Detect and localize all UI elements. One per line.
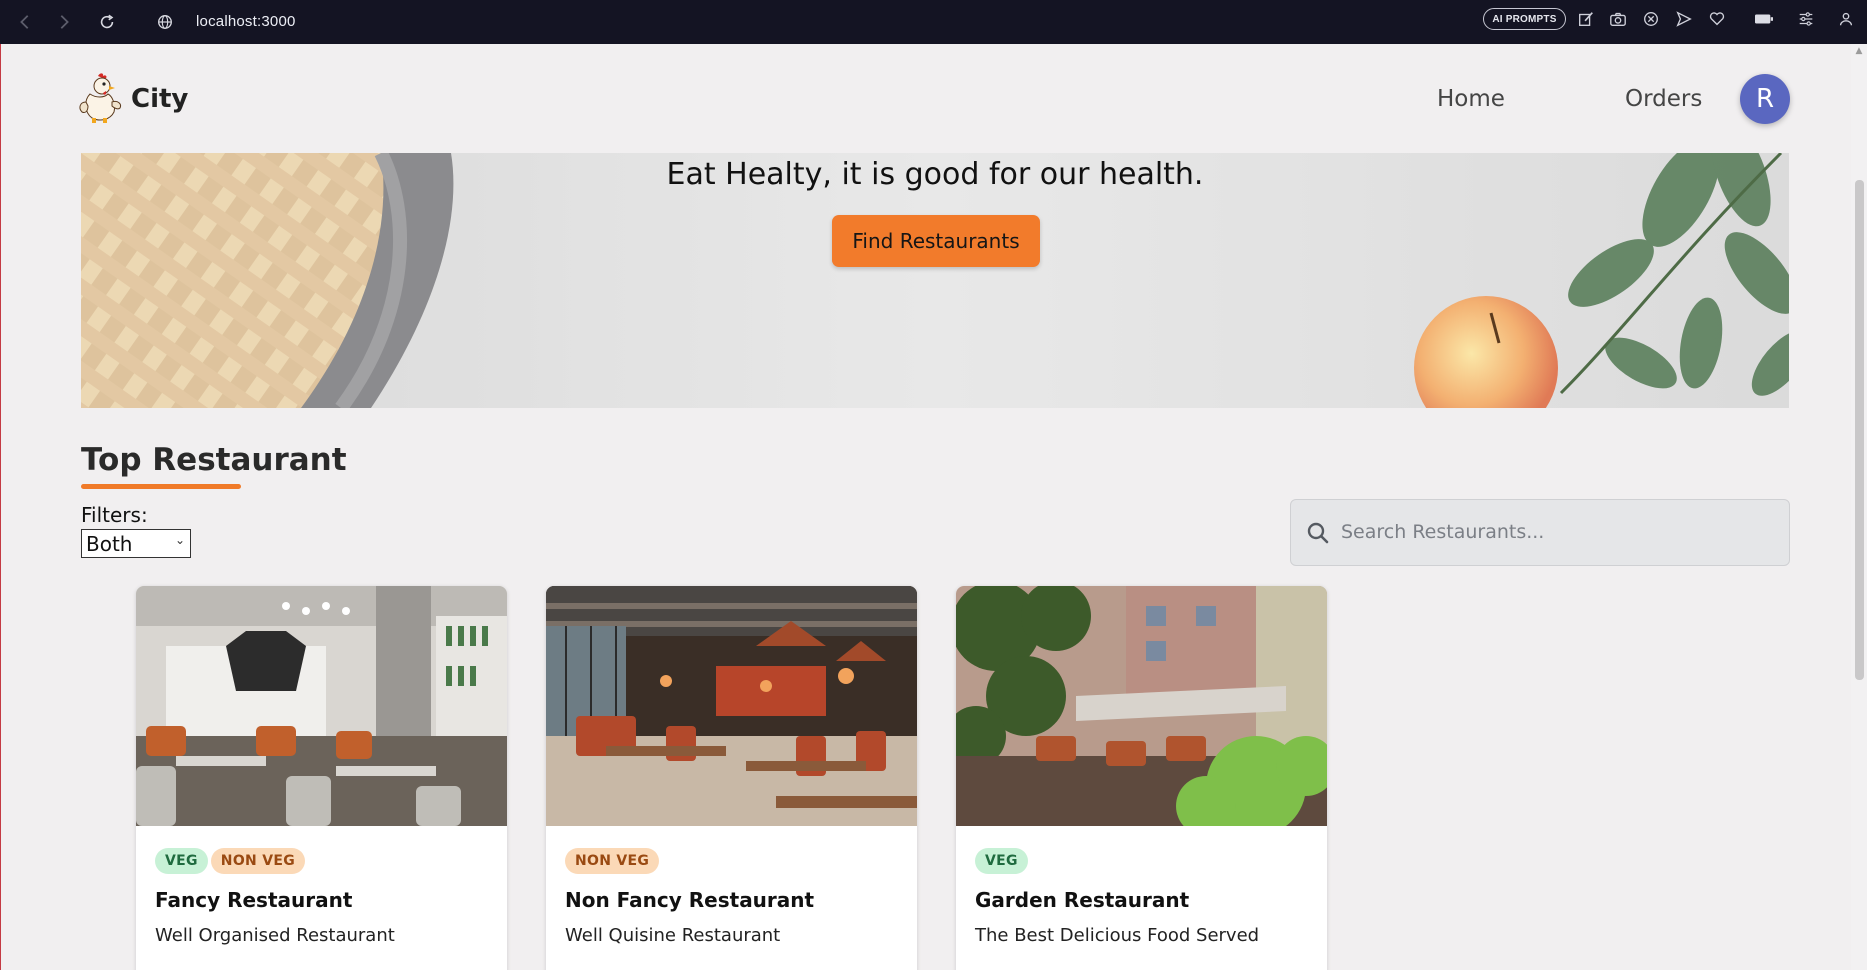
restaurant-name: Fancy Restaurant [155, 888, 353, 912]
non-veg-tag: NON VEG [565, 848, 660, 874]
hero-banner: Eat Healty, it is good for our health. F… [81, 153, 1789, 408]
back-icon[interactable] [14, 11, 36, 33]
search-box[interactable] [1290, 499, 1790, 566]
sliders-icon[interactable] [1796, 9, 1816, 29]
restaurant-photo [546, 586, 917, 826]
scroll-up-icon[interactable]: ▲ [1854, 46, 1864, 56]
tag-list: NON VEG [565, 848, 660, 874]
filter-select-value: Both [86, 531, 133, 556]
restaurant-card[interactable]: NON VEG Non Fancy Restaurant Well Quisin… [546, 586, 917, 970]
hero-title: Eat Healty, it is good for our health. [666, 157, 1204, 192]
veg-tag: VEG [155, 848, 208, 874]
restaurant-card[interactable]: VEG Garden Restaurant The Best Delicious… [956, 586, 1327, 970]
restaurant-photo [136, 586, 507, 826]
nav-orders-link[interactable]: Orders [1625, 83, 1702, 115]
filter-select[interactable]: Both ⌄ [81, 529, 191, 558]
restaurant-description: Well Organised Restaurant [155, 925, 395, 946]
forward-icon[interactable] [53, 11, 75, 33]
nav-home-link[interactable]: Home [1437, 83, 1505, 115]
edit-icon[interactable] [1576, 9, 1596, 29]
reload-icon[interactable] [96, 11, 118, 33]
address-bar[interactable]: localhost:3000 [196, 10, 296, 34]
battery-icon [1752, 9, 1776, 29]
non-veg-tag: NON VEG [210, 848, 305, 874]
close-circle-icon[interactable] [1641, 9, 1661, 29]
site-info-icon[interactable] [154, 11, 176, 33]
send-icon[interactable] [1674, 9, 1694, 29]
browser-toolbar: localhost:3000 AI PROMPTS [0, 0, 1867, 44]
profile-icon[interactable] [1836, 9, 1856, 29]
brand-name[interactable]: City [131, 83, 188, 115]
restaurant-card[interactable]: VEG NON VEG Fancy Restaurant Well Organi… [136, 586, 507, 970]
find-restaurants-button[interactable]: Find Restaurants [832, 215, 1040, 267]
restaurant-description: Well Quisine Restaurant [565, 925, 781, 946]
search-icon [1307, 522, 1329, 544]
chevron-down-icon: ⌄ [174, 533, 185, 547]
veg-tag: VEG [975, 848, 1028, 874]
chicken-logo-icon[interactable] [78, 72, 122, 124]
tag-list: VEG [975, 848, 1028, 874]
filters-label: Filters: [81, 503, 148, 527]
camera-icon[interactable] [1608, 9, 1628, 29]
section-title: Top Restaurant [81, 442, 347, 478]
restaurant-photo [956, 586, 1327, 826]
scrollbar-thumb[interactable] [1855, 180, 1864, 680]
user-avatar[interactable]: R [1740, 74, 1790, 124]
heart-icon[interactable] [1707, 9, 1727, 29]
tag-list: VEG NON VEG [155, 848, 305, 874]
restaurant-name: Garden Restaurant [975, 888, 1190, 912]
ai-prompts-badge[interactable]: AI PROMPTS [1483, 8, 1566, 30]
window-edge [0, 44, 1, 970]
section-title-underline [81, 484, 241, 489]
restaurant-name: Non Fancy Restaurant [565, 888, 815, 912]
search-input[interactable] [1341, 512, 1771, 552]
restaurant-description: The Best Delicious Food Served [975, 925, 1260, 946]
